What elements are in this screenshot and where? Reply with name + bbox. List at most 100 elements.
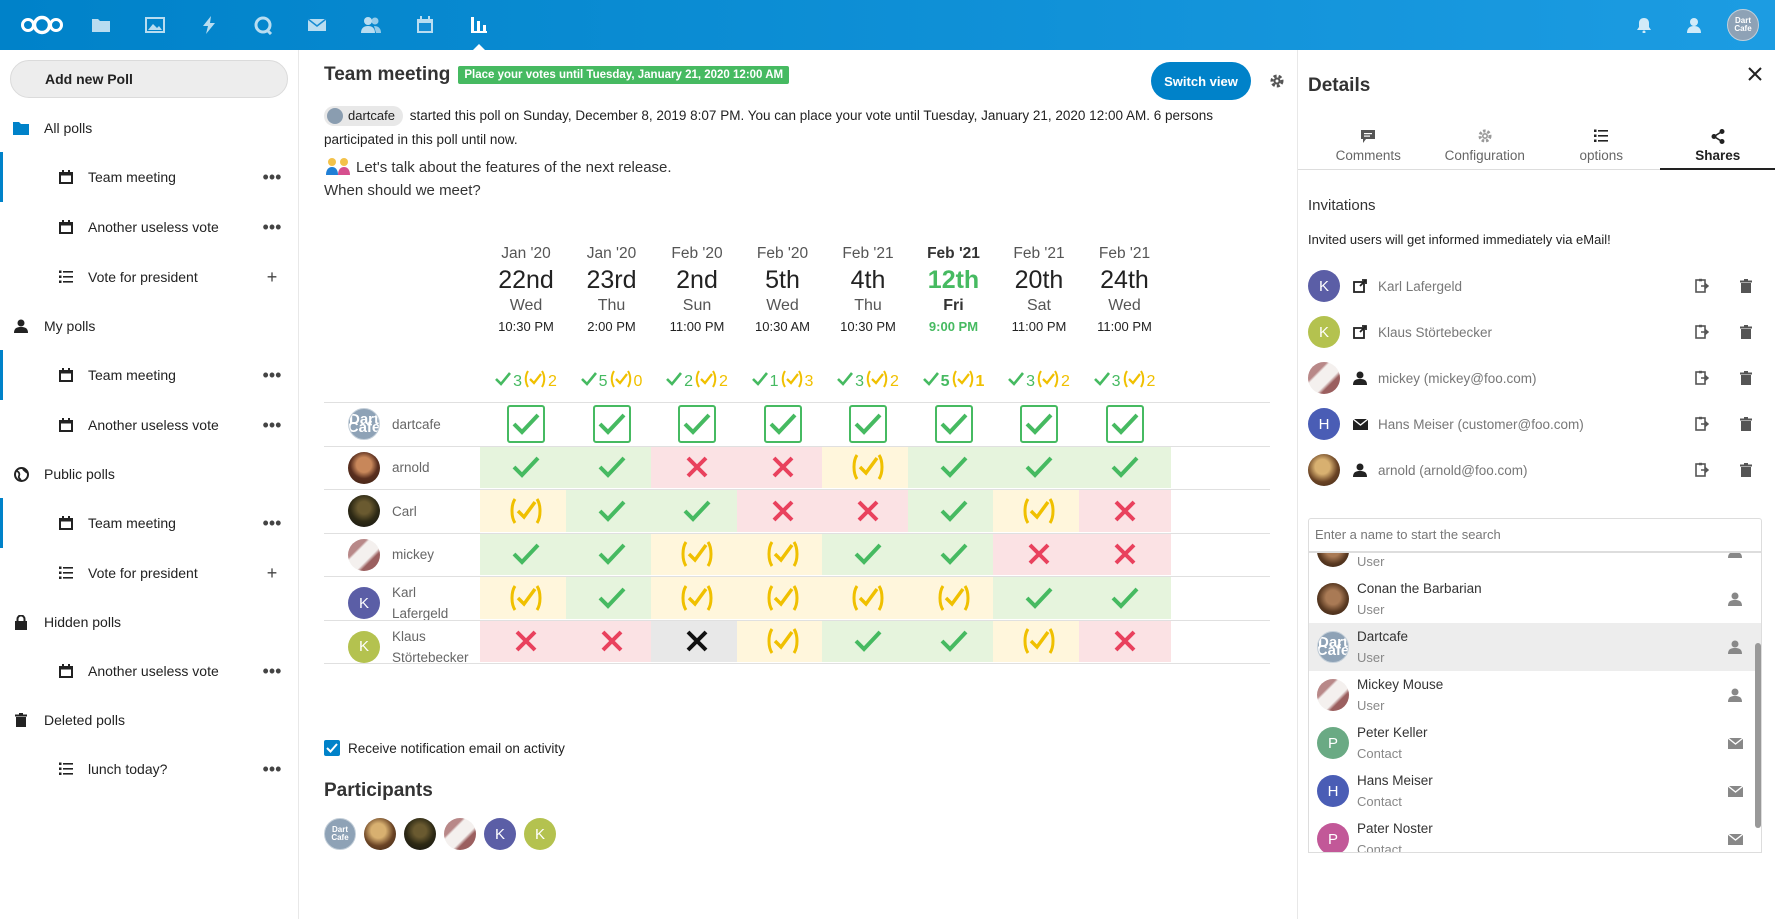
search-result-hans-meiser[interactable]: H Hans Meiser Contact bbox=[1309, 767, 1761, 815]
vote-checkbox[interactable] bbox=[849, 404, 887, 443]
tab-options[interactable]: options bbox=[1543, 122, 1660, 170]
more-actions-icon[interactable]: ••• bbox=[260, 511, 284, 535]
more-actions-icon[interactable]: ••• bbox=[260, 165, 284, 189]
invitations-info: Invited users will get informed immediat… bbox=[1308, 232, 1611, 247]
nav-item-label: Another useless vote bbox=[88, 219, 219, 235]
nav-item-another-useless-vote[interactable]: Another useless vote ••• bbox=[0, 202, 298, 252]
result-avatar bbox=[1317, 553, 1349, 567]
calendar-icon[interactable] bbox=[398, 0, 452, 50]
search-result-dartcafe[interactable]: Dart Cafe Dartcafe User bbox=[1309, 623, 1761, 671]
nav-item-another-useless-vote[interactable]: Another useless vote ••• bbox=[0, 646, 298, 696]
nav-category-hidden-polls[interactable]: Hidden polls bbox=[0, 598, 298, 646]
vote-checkbox[interactable] bbox=[1020, 404, 1058, 443]
vote-cell-edit[interactable] bbox=[737, 403, 829, 445]
option-day: 20th bbox=[1014, 266, 1064, 294]
activity-icon[interactable] bbox=[182, 0, 236, 50]
nav-category-deleted-polls[interactable]: Deleted polls bbox=[0, 696, 298, 744]
nav-item-vote-for-president[interactable]: Vote for president + bbox=[0, 548, 298, 598]
nextcloud-logo[interactable] bbox=[10, 0, 74, 50]
option-header: Feb '21 24th Wed 11:00 PM bbox=[1077, 244, 1173, 338]
add-icon[interactable]: + bbox=[260, 265, 284, 289]
calendar-icon bbox=[58, 663, 74, 679]
share-search-input[interactable]: Enter a name to start the search bbox=[1308, 518, 1762, 552]
tab-comments[interactable]: Comments bbox=[1310, 122, 1427, 170]
close-icon[interactable] bbox=[1743, 62, 1767, 86]
vote-checkbox[interactable] bbox=[1105, 404, 1144, 443]
participant-name: Klaus Störtebecker bbox=[392, 628, 469, 665]
dropdown-scrollbar[interactable] bbox=[1755, 643, 1761, 828]
contacts-menu-icon[interactable] bbox=[1669, 0, 1719, 50]
more-actions-icon[interactable]: ••• bbox=[260, 659, 284, 683]
more-actions-icon[interactable]: ••• bbox=[260, 363, 284, 387]
search-result-dan-the-great[interactable]: Dan the greatUser bbox=[1309, 553, 1761, 575]
contacts-icon[interactable] bbox=[344, 0, 398, 50]
search-result-conan-the-barbarian[interactable]: Conan the Barbarian User bbox=[1309, 575, 1761, 623]
add-new-poll-button[interactable]: Add new Poll bbox=[10, 60, 288, 98]
nav-item-another-useless-vote[interactable]: Another useless vote ••• bbox=[0, 400, 298, 450]
delete-share-icon[interactable] bbox=[1734, 274, 1758, 298]
delete-share-icon[interactable] bbox=[1734, 320, 1758, 344]
nav-item-vote-for-president[interactable]: Vote for president + bbox=[0, 252, 298, 302]
share-name: Hans Meiser (customer@foo.com) bbox=[1378, 416, 1584, 432]
search-result-mickey-mouse[interactable]: Mickey Mouse User bbox=[1309, 671, 1761, 719]
copy-link-icon[interactable] bbox=[1690, 458, 1714, 482]
notification-option[interactable]: Receive notification email on activity bbox=[324, 740, 565, 756]
talk-icon[interactable] bbox=[236, 0, 290, 50]
calendar-icon bbox=[58, 515, 74, 531]
maybe-count-icon bbox=[866, 369, 888, 394]
copy-link-icon[interactable] bbox=[1690, 412, 1714, 436]
share-avatar: H bbox=[1308, 408, 1340, 440]
vote-cell-edit[interactable] bbox=[822, 403, 914, 445]
tab-shares[interactable]: Shares bbox=[1659, 122, 1775, 170]
switch-view-button[interactable]: Switch view bbox=[1151, 62, 1251, 100]
vote-cell-maybe bbox=[651, 533, 743, 575]
vote-checkbox[interactable] bbox=[592, 404, 631, 443]
copy-link-icon[interactable] bbox=[1690, 320, 1714, 344]
owner-chip[interactable]: dartcafe bbox=[324, 106, 403, 127]
nav-category-my-polls[interactable]: My polls bbox=[0, 302, 298, 350]
vote-checkbox[interactable] bbox=[763, 404, 802, 443]
copy-link-icon[interactable] bbox=[1690, 274, 1714, 298]
tab-label: options bbox=[1579, 148, 1624, 163]
files-icon[interactable] bbox=[74, 0, 128, 50]
delete-share-icon[interactable] bbox=[1734, 412, 1758, 436]
vote-cell-edit[interactable] bbox=[566, 403, 658, 445]
vote-checkbox[interactable] bbox=[678, 404, 716, 443]
more-actions-icon[interactable]: ••• bbox=[260, 215, 284, 239]
more-actions-icon[interactable]: ••• bbox=[260, 413, 284, 437]
more-actions-icon[interactable]: ••• bbox=[260, 757, 284, 781]
polls-icon[interactable] bbox=[452, 0, 506, 50]
delete-share-icon[interactable] bbox=[1734, 366, 1758, 390]
tab-configuration[interactable]: Configuration bbox=[1427, 122, 1544, 170]
search-result-pater-noster[interactable]: P Pater Noster Contact bbox=[1309, 815, 1761, 852]
nav-item-team-meeting[interactable]: Team meeting ••• bbox=[0, 152, 298, 202]
yes-count-icon bbox=[495, 372, 512, 391]
nav-item-team-meeting[interactable]: Team meeting ••• bbox=[0, 350, 298, 400]
vote-cell-edit[interactable] bbox=[651, 403, 743, 445]
maybe-count: 2 bbox=[890, 372, 899, 390]
notification-checkbox[interactable] bbox=[324, 740, 340, 756]
vote-cell-edit[interactable] bbox=[908, 403, 1000, 445]
notifications-bell-icon[interactable] bbox=[1619, 0, 1669, 50]
add-icon[interactable]: + bbox=[260, 561, 284, 585]
nav-category-label: My polls bbox=[44, 318, 96, 334]
delete-share-icon[interactable] bbox=[1734, 458, 1758, 482]
photos-icon[interactable] bbox=[128, 0, 182, 50]
nav-category-all-polls[interactable]: All polls bbox=[0, 104, 298, 152]
vote-checkbox[interactable] bbox=[934, 404, 973, 443]
copy-link-icon[interactable] bbox=[1690, 366, 1714, 390]
nav-category-public-polls[interactable]: Public polls bbox=[0, 450, 298, 498]
vote-cell-edit[interactable] bbox=[993, 403, 1085, 445]
gear-icon[interactable] bbox=[1266, 70, 1288, 92]
vote-cell-maybe bbox=[736, 577, 829, 619]
nav-item-label: Vote for president bbox=[88, 269, 198, 285]
user-avatar[interactable]: Dart Cafe bbox=[1727, 9, 1759, 41]
vote-checkbox[interactable] bbox=[507, 404, 545, 443]
vote-cell-edit[interactable] bbox=[480, 403, 572, 445]
option-header: Feb '21 4th Thu 10:30 PM bbox=[820, 244, 916, 338]
vote-cell-edit[interactable] bbox=[1079, 403, 1171, 445]
nav-item-team-meeting[interactable]: Team meeting ••• bbox=[0, 498, 298, 548]
mail-icon[interactable] bbox=[290, 0, 344, 50]
nav-item-lunch-today[interactable]: lunch today? ••• bbox=[0, 744, 298, 794]
search-result-peter-keller[interactable]: P Peter Keller Contact bbox=[1309, 719, 1761, 767]
